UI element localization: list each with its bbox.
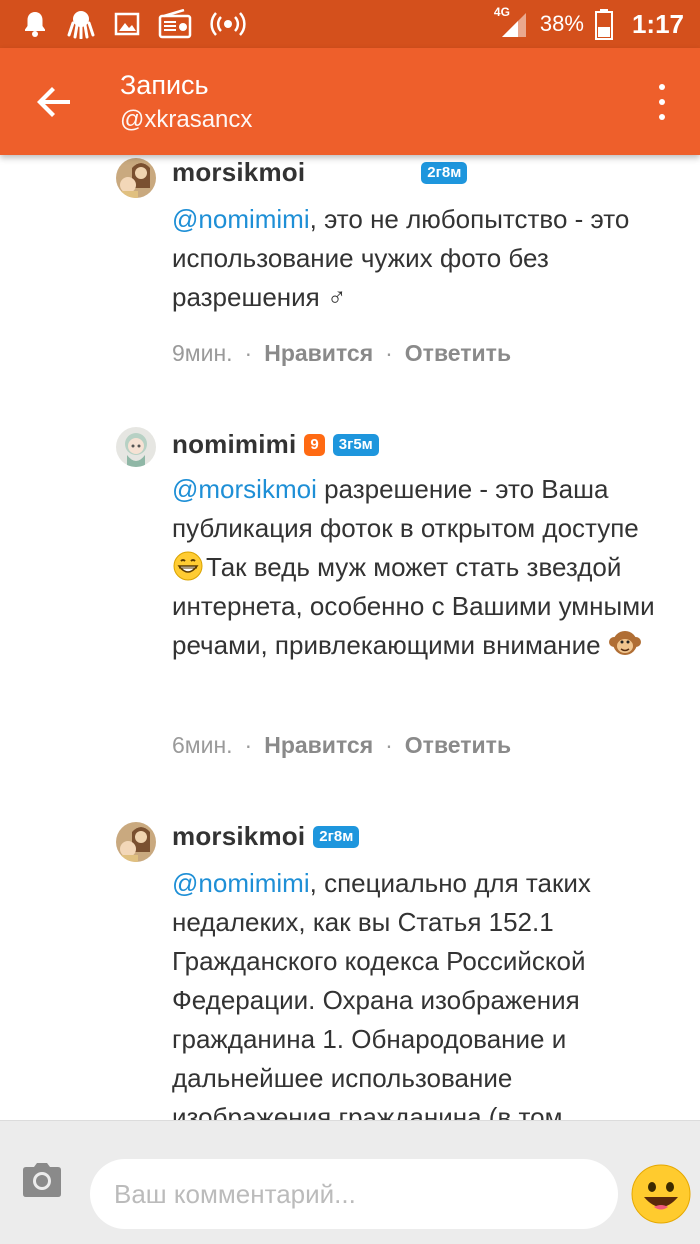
comment-text: @morsikmoi разрешение - это Ваша публика…	[172, 470, 672, 665]
avatar[interactable]	[116, 822, 156, 862]
comment-body: , специально для таких недалеких, как вы…	[172, 868, 591, 1120]
like-button[interactable]: Нравится	[264, 340, 373, 367]
comment-meta: 6мин. · Нравится · Ответить	[172, 732, 511, 759]
page-title: Запись	[120, 70, 209, 100]
emoji-picker-icon[interactable]	[630, 1163, 692, 1225]
comment-meta: 9мин. · Нравится · Ответить	[172, 340, 511, 367]
overflow-menu-icon[interactable]	[646, 80, 678, 124]
app-bar: Запись @xkrasancx	[0, 48, 700, 155]
reply-button[interactable]: Ответить	[405, 340, 511, 367]
back-arrow-icon[interactable]	[30, 78, 78, 126]
comment-text: @nomimimi, это не любопытство - это испо…	[172, 200, 672, 317]
comment-input[interactable]	[90, 1159, 618, 1229]
comment-feed[interactable]: morsikmoi 2г8м @nomimimi, это не любопыт…	[0, 155, 700, 1120]
hotspot-icon	[210, 12, 246, 36]
avatar[interactable]	[116, 427, 156, 467]
page-subtitle[interactable]: @xkrasancx	[120, 106, 252, 134]
comment-time: 6мин.	[172, 732, 233, 758]
avatar[interactable]	[116, 158, 156, 198]
author-name[interactable]: morsikmoi	[172, 157, 305, 188]
comment-time: 9мин.	[172, 340, 233, 366]
radio-icon	[158, 9, 192, 39]
membership-badge: 3г5м	[332, 433, 379, 456]
battery-percent: 38%	[539, 11, 584, 36]
monkey-emoji-icon	[608, 631, 641, 655]
notification-bell-icon	[25, 12, 45, 37]
mention-link[interactable]: @nomimimi	[172, 204, 310, 234]
signal-icon: 4G	[494, 5, 530, 39]
grinning-emoji-icon	[173, 551, 203, 581]
mention-link[interactable]: @nomimimi	[172, 868, 310, 898]
image-icon	[114, 12, 140, 36]
level-badge: 9	[304, 433, 325, 456]
separator-dot: ·	[385, 340, 393, 366]
author-row: morsikmoi 2г8м	[172, 157, 468, 188]
status-bar: 4G 38% 1:17	[0, 0, 700, 48]
separator-dot: ·	[244, 732, 253, 758]
octopus-icon	[67, 11, 95, 39]
battery-icon	[594, 9, 613, 40]
separator-dot: ·	[244, 340, 253, 366]
like-button[interactable]: Нравится	[264, 732, 373, 759]
reply-button[interactable]: Ответить	[405, 732, 511, 759]
author-row: morsikmoi 2г8м	[172, 821, 360, 852]
comment-body-continued: Так ведь муж может стать звездой интерне…	[172, 552, 655, 660]
membership-badge: 2г8м	[313, 825, 360, 848]
author-row: nomimimi 9 3г5м	[172, 429, 379, 460]
author-name[interactable]: morsikmoi	[172, 821, 305, 852]
author-name[interactable]: nomimimi	[172, 429, 296, 460]
separator-dot: ·	[385, 732, 393, 758]
clock: 1:17	[631, 8, 684, 39]
comment-composer	[0, 1120, 700, 1244]
comment-text: @nomimimi, специально для таких недалеки…	[172, 864, 662, 1120]
mention-link[interactable]: @morsikmoi	[172, 474, 317, 504]
camera-icon[interactable]	[20, 1159, 64, 1203]
membership-badge: 2г8м	[421, 161, 468, 184]
